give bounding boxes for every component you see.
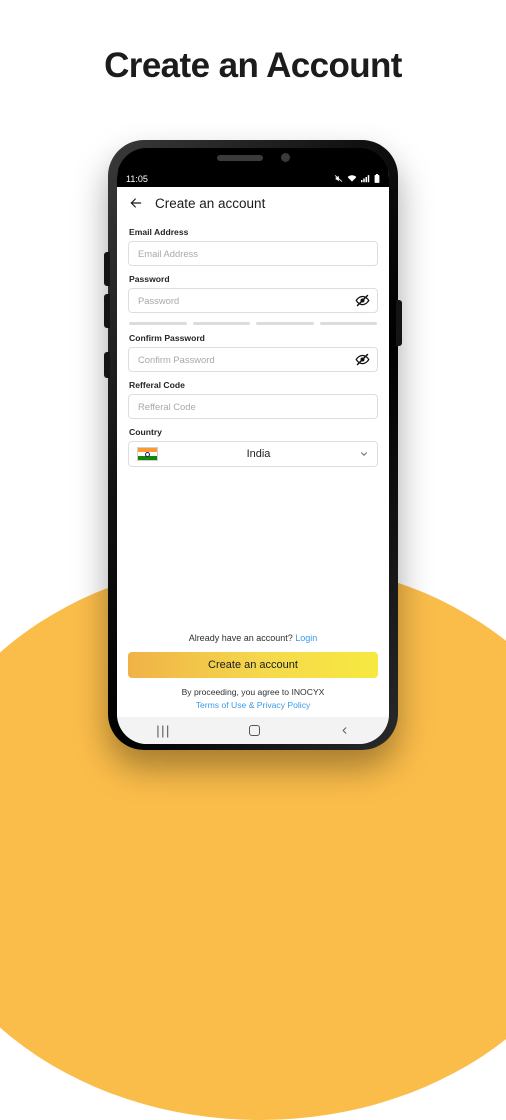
bottom-actions: Already have an account? Login Create an… [117, 633, 389, 717]
terms-text: By proceeding, you agree to INOCYX Terms… [128, 686, 378, 711]
confirm-password-input[interactable] [128, 347, 378, 372]
email-field-wrap [128, 241, 378, 266]
volume-up-button[interactable] [104, 252, 110, 286]
terms-link[interactable]: Terms of Use & Privacy Policy [128, 699, 378, 711]
strength-segment [192, 322, 250, 325]
password-strength-meter [129, 322, 377, 325]
status-bar-icons [334, 174, 380, 183]
status-bar: 11:05 [117, 170, 389, 187]
login-prompt-text: Already have an account? [188, 633, 293, 644]
app-bar: Create an account [117, 187, 389, 215]
status-bar-time: 11:05 [126, 173, 148, 184]
country-selected-value: India [246, 448, 271, 460]
confirm-password-field-label: Confirm Password [129, 333, 205, 343]
password-visibility-toggle-icon[interactable] [355, 293, 370, 308]
strength-segment [319, 322, 377, 325]
battery-icon [374, 174, 380, 183]
power-button[interactable] [396, 300, 402, 346]
page-title: Create an Account [104, 46, 402, 85]
password-field-wrap [128, 288, 378, 313]
terms-prefix: By proceeding, you agree to INOCYX [181, 687, 325, 698]
mute-icon [334, 175, 343, 182]
password-input[interactable] [128, 288, 378, 313]
login-link[interactable]: Login [295, 633, 317, 643]
email-field-label: Email Address [129, 227, 189, 237]
nav-home-button[interactable] [249, 725, 261, 736]
wifi-icon [347, 175, 357, 182]
app-bar-title: Create an account [155, 195, 266, 211]
back-arrow-icon[interactable] [128, 195, 144, 211]
phone-top-bezel [117, 148, 389, 170]
referral-code-field-label: Refferal Code [129, 380, 185, 390]
password-field-label: Password [129, 274, 170, 284]
earpiece-speaker-icon [217, 155, 263, 161]
login-prompt: Already have an account? Login [128, 633, 378, 643]
create-account-button[interactable]: Create an account [128, 652, 378, 679]
country-select[interactable]: India [128, 441, 378, 467]
nav-back-button[interactable] [339, 725, 350, 736]
signal-icon [361, 175, 370, 183]
confirm-password-field-wrap [128, 347, 378, 372]
android-nav-bar: ||| [117, 717, 389, 744]
ashoka-chakra-icon [145, 451, 150, 457]
strength-segment [129, 322, 187, 325]
signup-form: Email Address Password [117, 215, 389, 633]
india-flag-icon [137, 447, 158, 461]
nav-recents-button[interactable]: ||| [156, 723, 171, 738]
chevron-down-icon[interactable] [359, 449, 369, 459]
email-input[interactable] [128, 241, 378, 266]
referral-code-field-wrap [128, 394, 378, 419]
assistant-button[interactable] [104, 352, 110, 378]
phone-mockup: 11:05 Create an account Email Address Em… [108, 140, 398, 750]
phone-inner-frame: 11:05 Create an account Email Address Em… [117, 148, 389, 744]
referral-code-input[interactable] [128, 394, 378, 419]
confirm-password-visibility-toggle-icon[interactable] [355, 352, 370, 367]
phone-screen: 11:05 Create an account Email Address Em… [117, 170, 389, 744]
country-field-label: Country [129, 427, 162, 437]
front-camera-icon [281, 153, 290, 162]
volume-down-button[interactable] [104, 294, 110, 328]
strength-segment [256, 322, 314, 325]
